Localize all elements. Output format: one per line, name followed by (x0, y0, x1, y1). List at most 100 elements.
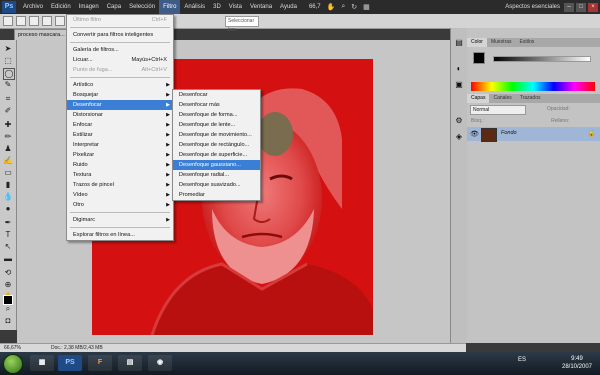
tab-color[interactable]: Color (467, 38, 487, 47)
menu-item-distorsionar[interactable]: Distorsionar ▶ (67, 110, 173, 120)
submenu-item-desenfoque-forma[interactable]: Desenfoque de forma... (173, 110, 260, 120)
zoom-readout[interactable]: 66,7 (309, 4, 321, 10)
actions-icon[interactable]: ◈ (454, 132, 464, 142)
3d-orbit-icon[interactable]: ⊕ (3, 280, 13, 290)
minimize-icon[interactable]: – (564, 2, 574, 12)
layout-icon[interactable]: ▤ (454, 38, 464, 48)
tab-muestras[interactable]: Muestras (487, 38, 516, 47)
path-selection-icon[interactable]: ↖ (3, 242, 13, 252)
add-selection-icon[interactable] (29, 16, 39, 26)
menu-3d[interactable]: 3D (209, 0, 225, 14)
menu-item-licuar[interactable]: Licuar... Mayús+Ctrl+X (67, 55, 173, 65)
gradient-tool-icon[interactable]: ▮ (3, 180, 13, 190)
maximize-icon[interactable]: □ (576, 2, 586, 12)
blend-mode-select[interactable]: Normal (470, 105, 526, 115)
submenu-item-promediar[interactable]: Promediar (173, 190, 260, 200)
move-tool-icon[interactable]: ➤ (3, 44, 13, 54)
menu-item-interpretar[interactable]: Interpretar ▶ (67, 140, 173, 150)
menu-item-desenfocar[interactable]: Desenfocar ▶ (67, 100, 173, 110)
submenu-item-desenfoque-radial[interactable]: Desenfoque radial... (173, 170, 260, 180)
menu-filtro[interactable]: Filtro (159, 0, 181, 14)
submenu-item-desenfoque-suavizado[interactable]: Desenfoque suavizado... (173, 180, 260, 190)
zoom-tool-icon[interactable]: ⌕ (341, 3, 345, 11)
masks-icon[interactable]: ▣ (454, 80, 464, 90)
tab-trazados[interactable]: Trazados (516, 94, 545, 103)
menu-item-digimarc[interactable]: Digimarc ▶ (67, 215, 173, 225)
taskbar-photoshop-icon[interactable]: PS (58, 355, 82, 371)
submenu-item-desenfoque-gaussiano[interactable]: Desenfoque gaussiano... (173, 160, 260, 170)
brush-tool-icon[interactable]: ✏ (3, 132, 13, 142)
foreground-color-swatch[interactable] (3, 295, 13, 305)
taskbar-folder-icon[interactable]: ▦ (30, 355, 54, 371)
menu-analisis[interactable]: Análisis (180, 0, 209, 14)
menu-item-trazos-pincel[interactable]: Trazos de pincel ▶ (67, 180, 173, 190)
tool-preset-icon[interactable] (3, 16, 13, 26)
language-indicator[interactable]: ES (518, 357, 526, 363)
eye-visibility-icon[interactable]: 👁 (470, 130, 479, 138)
submenu-item-desenfocar[interactable]: Desenfocar (173, 90, 260, 100)
marquee-tool-icon[interactable]: ⬚ (3, 56, 13, 66)
menu-item-enfocar[interactable]: Enfocar ▶ (67, 120, 173, 130)
history-brush-icon[interactable]: ✍ (3, 156, 13, 166)
quick-selection-icon[interactable]: ✎ (3, 80, 13, 90)
submenu-item-desenfocar-mas[interactable]: Desenfocar más (173, 100, 260, 110)
menu-capa[interactable]: Capa (103, 0, 125, 14)
menu-item-ultimo-filtro[interactable]: Último filtro Ctrl+F (67, 15, 173, 25)
tab-canales[interactable]: Canales (489, 94, 515, 103)
eyedropper-icon[interactable]: ✐ (3, 106, 13, 116)
submenu-item-desenfoque-rectangulo[interactable]: Desenfoque de rectángulo... (173, 140, 260, 150)
system-clock[interactable]: 9:49 28/10/2007 (556, 355, 598, 371)
adjustments-icon[interactable]: ◐ (454, 64, 464, 74)
type-tool-icon[interactable]: T (3, 230, 13, 240)
start-button[interactable] (3, 354, 23, 374)
crop-tool-icon[interactable]: ⌗ (3, 94, 13, 104)
history-icon[interactable]: ⚙ (454, 116, 464, 126)
menu-vista[interactable]: Vista (225, 0, 246, 14)
taskbar-explorer-icon[interactable]: ▤ (118, 355, 142, 371)
taskbar-app-icon[interactable]: ◉ (148, 355, 172, 371)
new-selection-icon[interactable] (16, 16, 26, 26)
eraser-icon[interactable]: ▭ (3, 168, 13, 178)
menu-ayuda[interactable]: Ayuda (276, 0, 301, 14)
menu-imagen[interactable]: Imagen (75, 0, 103, 14)
taskbar-firefox-icon[interactable]: F (88, 355, 112, 371)
menu-item-textura[interactable]: Textura ▶ (67, 170, 173, 180)
color-foreground-swatch[interactable] (473, 52, 485, 64)
menu-item-estilizar[interactable]: Estilizar ▶ (67, 130, 173, 140)
menu-item-video[interactable]: Vídeo ▶ (67, 190, 173, 200)
menu-seleccion[interactable]: Selección (125, 0, 159, 14)
dodge-tool-icon[interactable]: ● (3, 204, 13, 214)
menu-item-convertir-filtros-inteligentes[interactable]: Convertir para filtros inteligentes (67, 30, 173, 40)
color-spectrum[interactable] (471, 82, 595, 91)
hand-tool-icon[interactable]: ✋ (327, 3, 336, 11)
menu-item-ruido[interactable]: Ruido ▶ (67, 160, 173, 170)
shape-tool-icon[interactable]: ▬ (3, 254, 13, 264)
blur-tool-icon[interactable]: 💧 (3, 192, 13, 202)
zoom-tool-icon[interactable]: ⌕ (3, 304, 13, 314)
tab-capas[interactable]: Capas (467, 94, 490, 103)
rotate-view-icon[interactable]: ↻ (351, 3, 357, 11)
color-slider[interactable] (493, 56, 591, 62)
menu-item-pixelizar[interactable]: Pixelizar ▶ (67, 150, 173, 160)
menu-archivo[interactable]: Archivo (19, 0, 47, 14)
lasso-tool-icon[interactable]: ◯ (3, 68, 15, 80)
menu-edicion[interactable]: Edición (47, 0, 75, 14)
menu-item-explorar-filtros[interactable]: Explorar filtros en línea... (67, 230, 173, 240)
menu-ventana[interactable]: Ventana (246, 0, 276, 14)
3d-rotate-icon[interactable]: ⟲ (3, 268, 13, 278)
style-select[interactable]: Seleccionar bor. (225, 15, 259, 33)
layer-row[interactable]: 👁 Fondo 🔒 (467, 127, 600, 142)
close-icon[interactable]: × (588, 2, 598, 12)
arrange-documents-icon[interactable]: ▦ (363, 3, 370, 11)
submenu-item-desenfoque-lente[interactable]: Desenfoque de lente... (173, 120, 260, 130)
tab-estilos[interactable]: Estilos (516, 38, 539, 47)
submenu-item-desenfoque-movimiento[interactable]: Desenfoque de movimiento... (173, 130, 260, 140)
healing-brush-icon[interactable]: ✚ (3, 120, 13, 130)
menu-item-punto-fuga[interactable]: Punto de fuga... Alt+Ctrl+V (67, 65, 173, 75)
clone-stamp-icon[interactable]: ♟ (3, 144, 13, 154)
menu-item-otro[interactable]: Otro ▶ (67, 200, 173, 210)
subtract-selection-icon[interactable] (42, 16, 52, 26)
submenu-item-desenfoque-superficie[interactable]: Desenfoque de superficie... (173, 150, 260, 160)
workspace-switcher[interactable]: Aspectos esenciales (505, 4, 564, 10)
quick-mask-icon[interactable]: ◘ (3, 316, 13, 326)
